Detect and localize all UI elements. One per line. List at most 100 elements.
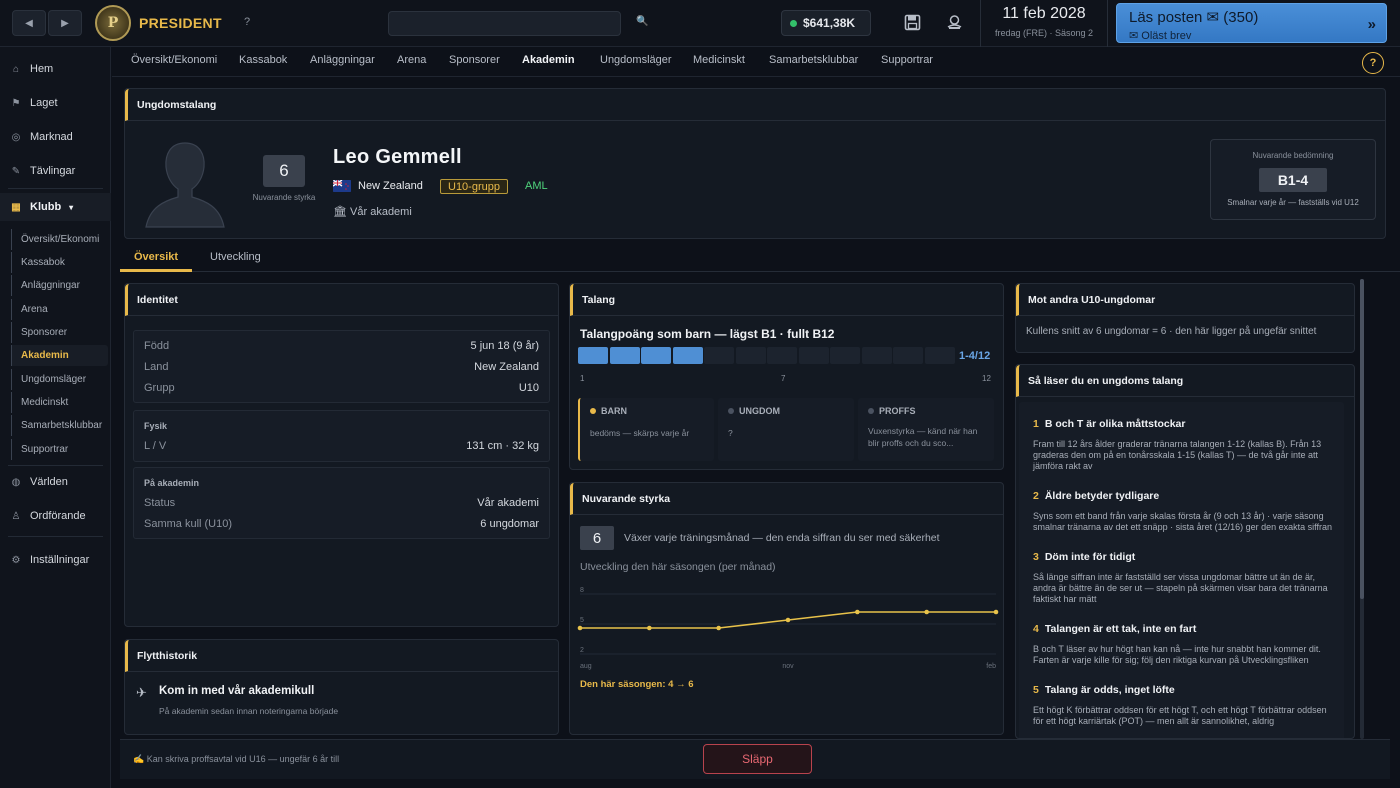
market-icon: ◎: [11, 131, 21, 143]
club-icon: ▦: [11, 201, 21, 213]
talent-segment: [861, 347, 892, 364]
tab-facilities[interactable]: Anläggningar: [310, 54, 375, 66]
sidebar-item-club[interactable]: ▦ Klubb ▾: [0, 193, 111, 221]
sidebar-item-chairman[interactable]: ♙ Ordförande: [0, 502, 111, 530]
transfer-title: Kom in med vår akademikull: [159, 685, 315, 697]
plane-icon: ✈: [136, 685, 147, 700]
panel-header: Så läser du en ungdoms talang: [1016, 365, 1354, 397]
search-icon[interactable]: 🔍: [636, 16, 648, 27]
strength-label: Nuvarande styrka: [252, 193, 316, 202]
sidebar-item-market[interactable]: ◎ Marknad: [0, 123, 111, 151]
x-tick-label: feb: [986, 663, 996, 670]
sidebar-sub-arena[interactable]: Arena: [11, 299, 111, 320]
read-mail-button[interactable]: Läs posten ✉ (350) ✉ Oläst brev »: [1116, 3, 1387, 43]
sidebar-sub-facilities[interactable]: Anläggningar: [11, 275, 111, 296]
balance-display[interactable]: $641,38K: [781, 10, 871, 36]
tab-cashbook[interactable]: Kassabok: [239, 54, 287, 66]
player-avatar: [140, 131, 230, 231]
physical-card: Fysik L / V 131 cm · 32 kg: [133, 410, 550, 462]
panel-header: Talang: [570, 284, 1003, 316]
help-icon[interactable]: ?: [244, 16, 250, 28]
season-progress: Den här säsongen: 4 → 6: [580, 679, 694, 690]
tick-label: 12: [982, 374, 991, 383]
sidebar-item-home[interactable]: ⌂ Hem: [0, 55, 111, 83]
talent-segment: [924, 347, 955, 364]
player-position: AML: [525, 180, 548, 192]
sidebar-sub-overview[interactable]: Översikt/Ekonomi: [11, 229, 111, 250]
stage-bullet-icon: [868, 408, 874, 414]
tab-medical[interactable]: Medicinskt: [693, 54, 745, 66]
strength-badge: 6: [263, 155, 305, 187]
chairman-icon: ♙: [11, 510, 21, 522]
tab-partner-clubs[interactable]: Samarbetsklubbar: [769, 54, 858, 66]
balance-value: $641,38K: [803, 16, 856, 30]
sidebar-item-settings[interactable]: ⚙ Inställningar: [0, 546, 111, 574]
tick-label: 7: [781, 374, 786, 383]
y-tick-label: 2: [580, 647, 584, 654]
club-logo[interactable]: P: [95, 5, 131, 41]
tab-sponsors[interactable]: Sponsorer: [449, 54, 500, 66]
tab-youth-camps[interactable]: Ungdomsläger: [600, 54, 672, 66]
mail-title: Läs posten ✉ (350): [1129, 9, 1259, 26]
info-row: Grupp U10: [144, 381, 539, 394]
brand-title: PRESIDENT: [139, 15, 222, 31]
tab-arena[interactable]: Arena: [397, 54, 426, 66]
travel-icon[interactable]: [946, 14, 963, 35]
club-tabs: [112, 47, 1400, 77]
stage-child: BARN bedöms — skärps varje år: [578, 398, 714, 461]
tab-overview[interactable]: Översikt: [134, 251, 178, 263]
sidebar-sub-academy[interactable]: Akademin: [11, 345, 108, 366]
guide-item: 2 Äldre betyder tydligare Syns som ett ba…: [1033, 490, 1332, 532]
data-point: [577, 625, 583, 631]
season-info: fredag (FRE) · Säsong 2: [994, 28, 1094, 38]
guide-item: 3 Döm inte för tidigt Så länge siffran in…: [1033, 551, 1328, 604]
guide-item: 1B och T är olika måttstockar Fram till …: [1033, 418, 1322, 471]
x-tick-label: aug: [580, 663, 592, 670]
talent-segment: [672, 347, 703, 364]
talent-segment: [641, 347, 671, 364]
tab-supporters[interactable]: Supportrar: [881, 54, 933, 66]
rating-label: Nuvarande bedömning: [1252, 151, 1334, 160]
talent-range-bar: [578, 347, 955, 364]
chevron-down-icon: ▾: [69, 202, 74, 212]
scrollbar-thumb[interactable]: [1360, 279, 1364, 599]
tab-academy[interactable]: Akademin: [522, 54, 575, 66]
sidebar-sub-sponsors[interactable]: Sponsorer: [11, 322, 111, 343]
sidebar-divider: [8, 536, 103, 537]
talent-range-label: 1-4/12: [959, 350, 991, 362]
sidebar-sub-medical[interactable]: Medicinskt: [11, 392, 111, 413]
sidebar-item-world[interactable]: ◍ Världen: [0, 468, 111, 496]
sidebar-item-team[interactable]: ⚑ Laget: [0, 89, 111, 117]
sidebar-divider: [8, 188, 103, 189]
sidebar-sub-cashbook[interactable]: Kassabok: [11, 252, 111, 273]
rating-note: Smalnar varje år — fastställs vid U12: [1227, 198, 1359, 207]
sidebar-sub-youth-camps[interactable]: Ungdomsläger: [11, 369, 111, 390]
youth-talent-panel: Ungdomstalang: [124, 88, 1386, 239]
chart-title: Utveckling den här säsongen (per månad): [580, 561, 776, 573]
save-icon[interactable]: [904, 14, 921, 35]
back-button[interactable]: ◀: [12, 10, 46, 36]
rating-box: Nuvarande bedömning B1-4 Smalnar varje å…: [1210, 139, 1376, 220]
tab-overview-economy[interactable]: Översikt/Ekonomi: [131, 54, 217, 66]
current-date: 11 feb 2028: [1002, 5, 1086, 22]
help-button[interactable]: ?: [1362, 52, 1384, 74]
panel-header: Nuvarande styrka: [570, 483, 1003, 515]
guide-panel: Så läser du en ungdoms talang 1B och T ä…: [1015, 364, 1355, 739]
date-panel[interactable]: 11 feb 2028 fredag (FRE) · Säsong 2: [980, 0, 1108, 47]
sidebar-sub-supporters[interactable]: Supportrar: [11, 439, 111, 460]
sidebar-item-competitions[interactable]: ✎ Tävlingar: [0, 157, 111, 185]
talent-title: Talangpoäng som barn — lägst B1 · fullt …: [580, 327, 835, 341]
tick-label: 1: [580, 374, 585, 383]
profile-tabs: [120, 244, 1400, 272]
panel-header: Identitet: [125, 284, 558, 316]
tab-development[interactable]: Utveckling: [210, 251, 261, 263]
release-button[interactable]: Släpp: [703, 744, 812, 774]
data-point: [785, 617, 791, 623]
info-row: L / V 131 cm · 32 kg: [144, 439, 539, 452]
stage-youth: UNGDOM ?: [718, 398, 854, 461]
search-input[interactable]: [388, 11, 621, 36]
development-chart: 2 5 8 aug nov feb: [577, 587, 999, 670]
forward-button[interactable]: ▶: [48, 10, 82, 36]
sidebar-sub-partner-clubs[interactable]: Samarbetsklubbar: [11, 415, 111, 436]
guide-item: 5 Talang är odds, inget löfte Ett högt K …: [1033, 684, 1327, 726]
